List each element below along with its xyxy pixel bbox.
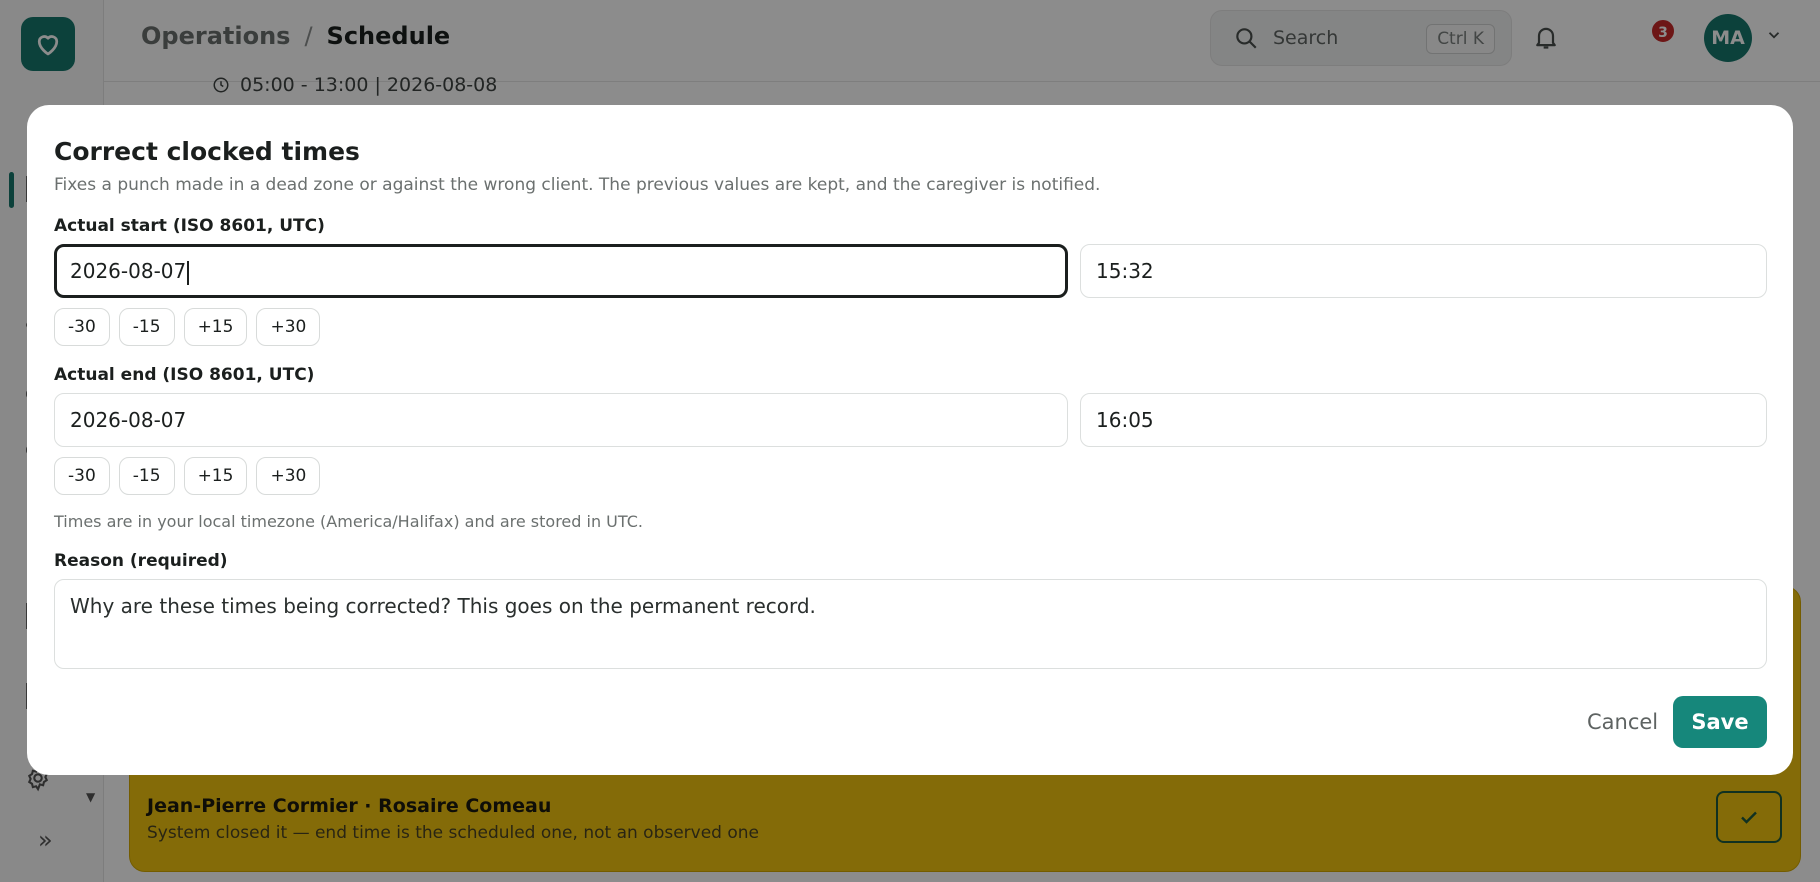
end-minus-15-button[interactable]: -15 [118,457,175,495]
reason-label: Reason (required) [54,551,228,571]
text-cursor [187,260,190,285]
dialog-description: Fixes a punch made in a dead zone or aga… [54,175,1101,195]
actual-start-date-value: 2026-08-07 [70,259,187,283]
actual-end-time-input[interactable]: 16:05 [1080,393,1767,447]
correct-times-dialog: Correct clocked times Fixes a punch made… [27,105,1793,775]
actual-start-label: Actual start (ISO 8601, UTC) [54,216,325,236]
start-plus-30-button[interactable]: +30 [256,308,321,346]
dialog-title: Correct clocked times [54,137,360,166]
end-minus-30-button[interactable]: -30 [54,457,110,495]
end-plus-30-button[interactable]: +30 [256,457,321,495]
actual-end-date-input[interactable]: 2026-08-07 [54,393,1068,447]
save-button[interactable]: Save [1673,696,1767,748]
end-adjust-buttons: -30 -15 +15 +30 [54,457,321,495]
cancel-button[interactable]: Cancel [1587,710,1658,734]
start-minus-15-button[interactable]: -15 [118,308,175,346]
actual-end-label: Actual end (ISO 8601, UTC) [54,365,315,385]
start-minus-30-button[interactable]: -30 [54,308,110,346]
reason-textarea[interactable]: Why are these times being corrected? Thi… [54,579,1767,669]
end-plus-15-button[interactable]: +15 [183,457,248,495]
start-adjust-buttons: -30 -15 +15 +30 [54,308,321,346]
start-plus-15-button[interactable]: +15 [183,308,248,346]
actual-start-time-input[interactable]: 15:32 [1080,244,1767,298]
actual-start-date-input[interactable]: 2026-08-07 [54,244,1068,298]
timezone-hint: Times are in your local timezone (Americ… [54,512,643,531]
